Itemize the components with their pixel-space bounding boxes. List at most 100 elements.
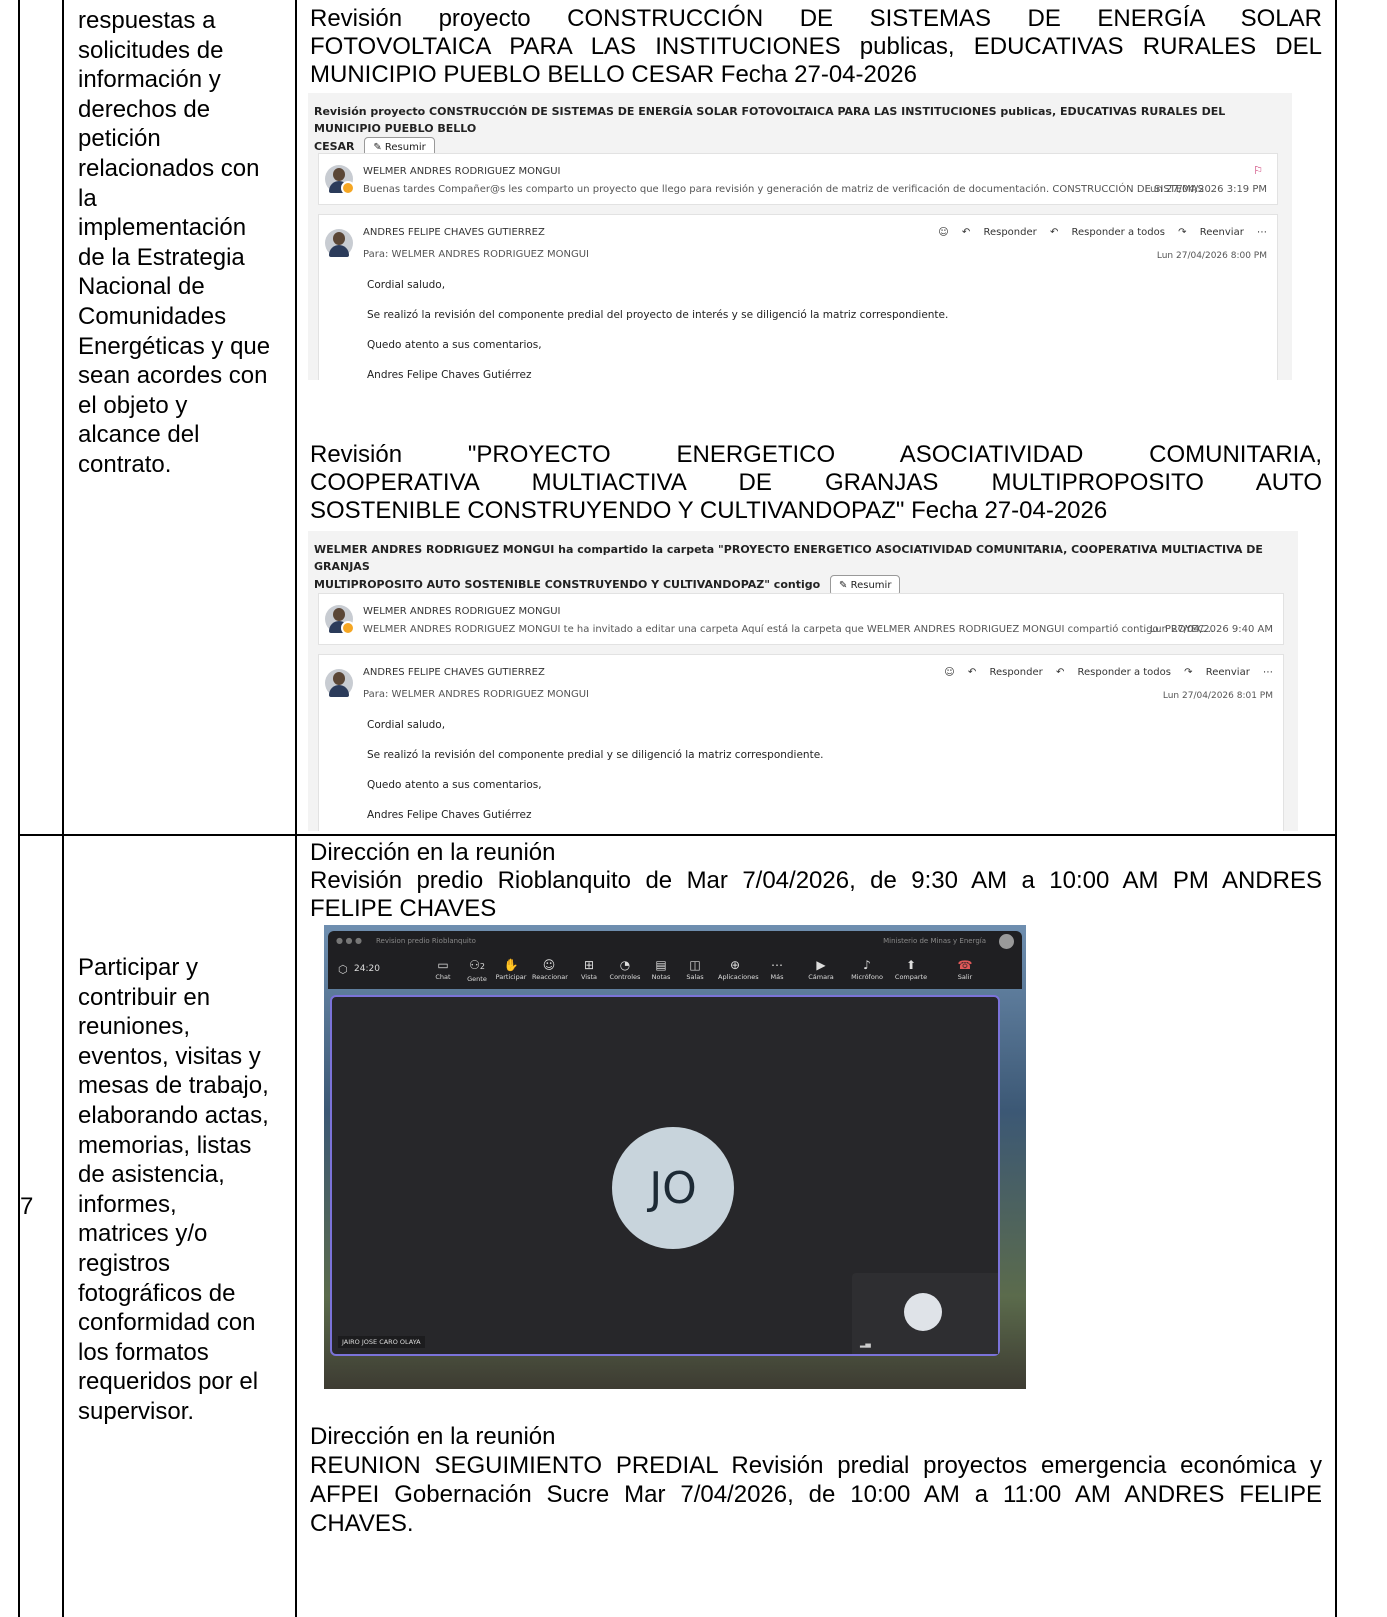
desc-line: información y [78,66,221,94]
chat-icon: ▭ [437,958,449,972]
teams-title-bar: ● ● ● Revision predio Rioblanquito Minis… [328,931,1022,953]
notes-button[interactable]: ▤ Notas [644,957,678,981]
meeting-2-body: REUNION SEGUIMIENTO PREDIAL Revisión pre… [310,1452,1322,1537]
meeting-2-label: Dirección en la reunión [310,1423,556,1450]
table-border-left [18,0,20,1617]
sender-name: ANDRES FELIPE CHAVES GUTIERREZ [363,227,545,238]
row-top-description: respuestas a solicitudes de información … [78,6,288,480]
reply-button[interactable]: ↶ Responder [962,227,1037,238]
evidence-1-title-line: Revisión proyecto CONSTRUCCIÓN DE SISTEM… [310,5,1322,32]
message-body-line: Andres Felipe Chaves Gutiérrez [367,809,532,821]
meeting-1-line: FELIPE CHAVES [310,895,497,922]
profile-avatar[interactable] [999,934,1014,949]
message-body-line: Cordial saludo, [367,719,446,731]
reply-all-label: Responder a todos [1077,667,1171,678]
people-button[interactable]: ⚇2 Gente [460,957,494,983]
desc-line: memorias, listas [78,1131,252,1159]
toolbar-label: Salir [957,973,973,981]
toolbar-label: Más [770,973,784,981]
participant-count: 2 [479,962,485,971]
email-message-1[interactable]: WELMER ANDRES RODRIGUEZ MONGUI WELMER AN… [318,593,1284,645]
sender-name: WELMER ANDRES RODRIGUEZ MONGUI [363,606,561,617]
desc-line: requeridos por el [78,1368,259,1396]
forward-button[interactable]: ↷ Reenviar [1178,227,1244,238]
desc-line: supervisor. [78,1397,195,1425]
toolbar-label: Cámara [808,973,834,981]
desc-line: el objeto y [78,391,188,419]
raise-hand-button[interactable]: ✋ Participar [494,957,528,981]
desc-line: alcance del [78,421,200,449]
view-button[interactable]: ⊞ Vista [572,957,606,981]
desc-line: contribuir en [78,983,211,1011]
toolbar-label: Controles [609,973,641,981]
message-body-line: Andres Felipe Chaves Gutiérrez [367,369,532,380]
self-view: ▂▄ [852,1273,998,1354]
desc-line: contrato. [78,450,172,478]
react-button[interactable]: ☺ Reaccionar [532,957,568,981]
controls-button[interactable]: ◔ Controles [608,957,642,981]
desc-line: mesas de trabajo, [78,1072,269,1100]
message-preview: WELMER ANDRES RODRIGUEZ MONGUI te ha inv… [363,624,1215,635]
apps-button[interactable]: ⊕ Aplicaciones [718,957,759,981]
avatar [325,229,353,257]
desc-line: Nacional de [78,273,205,301]
desc-line: elaborando actas, [78,1101,269,1129]
email-subject: WELMER ANDRES RODRIGUEZ MONGUI ha compar… [314,541,1268,596]
message-date: Lun 27/04/2026 3:19 PM [1144,184,1267,195]
email-message-1[interactable]: WELMER ANDRES RODRIGUEZ MONGUI Buenas ta… [318,153,1278,205]
more-icon[interactable]: ⋯ [1257,227,1267,238]
table-border-right [1335,0,1337,1617]
desc-line: petición [78,125,161,153]
forward-button[interactable]: ↷ Reenviar [1184,667,1250,678]
rooms-button[interactable]: ◫ Salas [678,957,712,981]
flag-icon[interactable]: ⚐ [1253,164,1263,177]
email-message-2: ANDRES FELIPE CHAVES GUTIERREZ Para: WEL… [318,654,1284,831]
teams-toolbar: ⬡ 24:20 ▭ Chat ⚇2 Gente ✋ Participar ☺ Reacc… [328,953,1022,989]
desc-line: Energéticas y que [78,332,271,360]
video-stage: JO JAIRO JOSE CARO OLAYA ▂▄ [330,995,1000,1356]
desc-line: sean acordes con [78,362,268,390]
email-screenshot-1: Revisión proyecto CONSTRUCCIÓN DE SISTEM… [308,93,1292,380]
row-number: 7 [20,1193,34,1220]
recipient-line: Para: WELMER ANDRES RODRIGUEZ MONGUI [363,249,589,260]
toolbar-label: Vista [580,973,598,981]
desc-line: relacionados con [78,154,260,182]
evidence-2-title-line: COOPERATIVA MULTIACTIVA DE GRANJAS MULTI… [310,469,1322,496]
desc-line: de la Estrategia [78,243,245,271]
toolbar-label: Aplicaciones [718,973,759,981]
meeting-1-label: Dirección en la reunión [310,839,556,866]
camera-button[interactable]: ▶ Cámara [804,957,838,981]
email-subject: Revisión proyecto CONSTRUCCIÓN DE SISTEM… [314,103,1262,158]
desc-line: solicitudes de [78,36,224,64]
toolbar-label: Reaccionar [532,973,568,981]
reply-button[interactable]: ↶ Responder [968,667,1043,678]
hand-icon: ✋ [503,958,519,972]
more-button[interactable]: ⋯ Más [760,957,794,981]
desc-line: la [78,184,97,212]
avatar [325,669,353,697]
chat-button[interactable]: ▭ Chat [426,957,460,981]
controls-icon: ◔ [619,958,631,972]
shield-icon: ⬡ [338,963,348,976]
row-7-description: Participar y contribuir en reuniones, ev… [78,953,288,1427]
message-actions: ☺ ↶ Responder ↶ Responder a todos ↷ Reen… [934,667,1273,678]
emoji-icon[interactable]: ☺ [938,227,948,238]
evidence-1-title: Revisión proyecto CONSTRUCCIÓN DE SISTEM… [310,5,1322,89]
message-body-line: Se realizó la revisión del componente pr… [367,309,949,321]
more-icon[interactable]: ⋯ [1263,667,1273,678]
organization-name: Ministerio de Minas y Energía [883,937,986,945]
microphone-button[interactable]: ♪ Micrófono [850,957,884,981]
message-date: Lun 27/04/2026 8:00 PM [1156,251,1267,261]
leave-button[interactable]: ☎ Salir [948,957,982,981]
evidence-2-title: Revisión "PROYECTO ENERGETICO ASOCIATIVI… [310,441,1322,525]
emoji-icon[interactable]: ☺ [944,667,954,678]
message-body-line: Se realizó la revisión del componente pr… [367,749,824,761]
desc-line: implementación [78,214,247,242]
reply-all-button[interactable]: ↶ Responder a todos [1050,227,1165,238]
toolbar-label: Participar [495,973,527,981]
email-subject-line: CESAR [314,140,355,153]
message-body-line: Cordial saludo, [367,279,446,291]
summarize-label: Resumir [384,142,426,153]
share-button[interactable]: ⬆ Comparte [894,957,928,981]
reply-all-button[interactable]: ↶ Responder a todos [1056,667,1171,678]
